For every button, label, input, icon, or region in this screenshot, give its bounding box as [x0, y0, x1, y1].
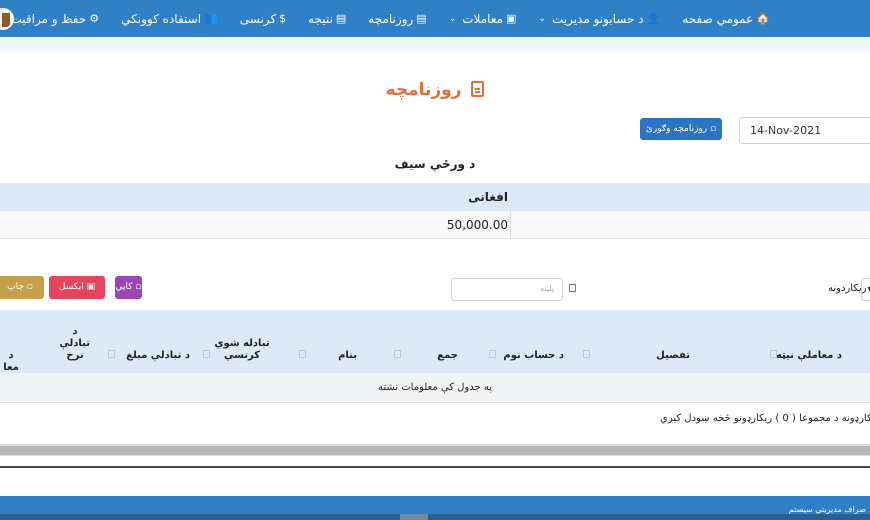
column-header-details[interactable]: تفصیل [656, 350, 690, 362]
horizontal-scrollbar-thumb[interactable] [0, 446, 870, 455]
records-per-page-select[interactable]: ▾ [861, 278, 870, 301]
date-field[interactable]: 14-Nov-2021 [739, 117, 870, 144]
nav-transactions-label: معاملات [462, 11, 504, 26]
print-icon: ▫ [26, 282, 33, 292]
sort-icon[interactable] [394, 350, 401, 358]
currency-table-row: 50,000.00 [0, 211, 870, 239]
table-empty-row: په جدول کې معلومات نشته [0, 373, 870, 403]
page: 🏠 عمومي صفحه 👤 د حسابونو مدیریت ⌄ ▣ معام… [0, 0, 870, 520]
top-navbar: 🏠 عمومي صفحه 👤 د حسابونو مدیریت ⌄ ▣ معام… [0, 0, 870, 37]
nav-transactions[interactable]: ▣ معاملات ⌄ [449, 12, 517, 26]
column-header-transaction[interactable]: د معا [0, 350, 22, 374]
nav-journal[interactable]: ▤ روزنامچه [368, 12, 426, 26]
nav-result-label: نتیجه [308, 11, 333, 26]
sort-icon[interactable] [489, 350, 496, 358]
money-icon: ▣ [506, 12, 517, 25]
column-header-date[interactable]: د معاملې نیټه [776, 350, 842, 362]
gear-icon: ⚙ [89, 12, 100, 25]
nav-accounts-label: د حسابونو مدیریت [551, 11, 644, 26]
column-header-exchange-rate[interactable]: د تبادلې نرخ [59, 326, 90, 362]
sort-icon[interactable] [583, 350, 590, 358]
nav-users[interactable]: 👥 استفاده کوونکي [121, 12, 218, 26]
nav-maintenance[interactable]: ⚙ حفظ و مراقبت ⌄ [0, 12, 99, 26]
user-icon: 👤 [646, 12, 661, 25]
excel-icon: ▣ [86, 282, 96, 292]
nav-result[interactable]: ▤ نتیجه [308, 12, 346, 26]
excel-button[interactable]: ▣ ایکسل [49, 276, 105, 299]
show-journal-button[interactable]: ▫ روزنامچه وګورئ [640, 118, 722, 140]
copy-label: کاپي [115, 282, 133, 292]
show-journal-label: روزنامچه وګورئ [645, 124, 708, 134]
currency-table-header: افغانی [0, 183, 870, 211]
column-header-exchanged-currency[interactable]: تبادله شوي کرنسي [212, 338, 272, 362]
sort-icon[interactable] [299, 350, 306, 358]
column-header-credit[interactable]: جمع [437, 350, 458, 362]
search-icon [569, 284, 576, 292]
document-icon [471, 81, 485, 97]
footer-bottom-bar [0, 514, 870, 520]
section-title: د ورځې سیف [394, 157, 476, 171]
sort-icon[interactable] [770, 350, 777, 358]
chevron-down-icon: ⌄ [448, 13, 457, 24]
nav-users-label: استفاده کوونکي [121, 11, 202, 26]
footer-text: صراف مدیریتي سیستم [788, 505, 866, 514]
print-button[interactable]: ▫ چاپ [0, 276, 44, 299]
search-input[interactable]: پلټنه [451, 278, 563, 301]
journal-icon: ▤ [416, 12, 427, 25]
print-label: چاپ [7, 282, 24, 292]
copy-icon: ▫ [135, 282, 142, 292]
excel-label: ایکسل [58, 282, 84, 292]
home-icon: 🏠 [756, 12, 770, 25]
divider [0, 466, 870, 468]
currency-header-afghani: افغانی [468, 190, 508, 204]
column-header-name[interactable]: بنام [338, 350, 357, 362]
table-summary: ( 0 ) ریکارډونه د مجموعا ( 0 ) ریکارډونو… [660, 413, 870, 424]
sort-icon[interactable] [108, 350, 115, 358]
nav-maintenance-label: حفظ و مراقبت [10, 11, 87, 26]
column-header-account[interactable]: د حساب نوم [503, 350, 564, 362]
copy-button[interactable]: ▫ کاپي [115, 276, 142, 299]
calendar-icon: ▫ [710, 124, 717, 134]
nav-home[interactable]: 🏠 عمومي صفحه [682, 12, 770, 26]
dollar-icon: $ [279, 12, 287, 25]
result-icon: ▤ [335, 12, 347, 25]
column-divider [510, 211, 511, 239]
table-header [0, 310, 870, 373]
nav-currency[interactable]: $ کرنسی [240, 12, 286, 26]
column-header-exchange-amount[interactable]: د تبادلې مبلغ [126, 350, 190, 362]
currency-value: 50,000.00 [446, 218, 508, 232]
page-title: روزنامچه [0, 80, 870, 100]
nav-home-label: عمومي صفحه [682, 11, 754, 26]
navbar-shadow [0, 37, 870, 51]
users-icon: 👥 [204, 12, 218, 25]
nav-journal-label: روزنامچه [368, 11, 414, 26]
nav-currency-label: کرنسی [239, 11, 277, 26]
sort-icon[interactable] [203, 350, 210, 358]
nav-accounts[interactable]: 👤 د حسابونو مدیریت ⌄ [538, 12, 660, 26]
page-title-text: روزنامچه [385, 80, 462, 100]
chevron-down-icon: ⌄ [538, 13, 546, 24]
